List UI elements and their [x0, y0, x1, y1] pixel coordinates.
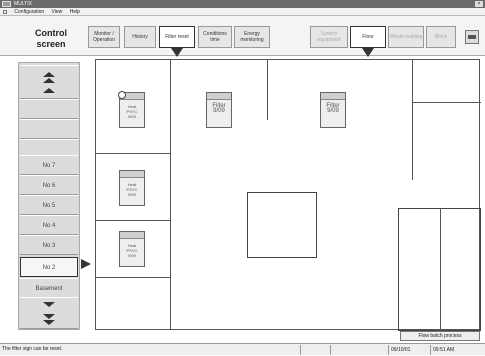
status-cell — [300, 345, 330, 355]
wall — [412, 102, 481, 103]
status-cell — [330, 345, 388, 355]
status-date: 09/10/01 — [388, 345, 430, 355]
printer-icon[interactable] — [465, 30, 479, 44]
tab-history[interactable]: History — [124, 26, 156, 48]
ac-unit-3[interactable]: Filter 9/09 — [320, 92, 346, 128]
batch-process-button[interactable]: Flow batch process — [400, 331, 480, 341]
close-icon[interactable]: × — [475, 1, 483, 7]
wall — [96, 220, 170, 221]
tab-floor[interactable]: Floor — [350, 26, 386, 48]
floor-sidebar: No 7 No 6 No 5 No 4 No 3 No 2 Basement — [18, 62, 80, 330]
tab-pointer-icon — [171, 48, 183, 57]
wall — [440, 208, 441, 331]
unit-label: Filter 9/09 — [326, 103, 340, 114]
unit-label: Heat PSYC 9/09 — [126, 104, 138, 119]
status-time: 09:51 AM — [430, 345, 485, 355]
system-menu-icon[interactable] — [3, 9, 7, 14]
clock-icon — [118, 91, 126, 99]
status-bar: The filter sign can be reset. 09/10/01 0… — [0, 343, 485, 355]
floor-plan: Heat PSYC 9/09 Filter 9/09 Filter 9/09 H… — [95, 59, 481, 331]
unit-indicator — [120, 171, 144, 178]
tab-filter-reset[interactable]: Filter reset — [159, 26, 195, 48]
view-pointer-icon — [362, 48, 374, 57]
room-box — [247, 192, 317, 258]
window-titlebar: MULTIX × — [0, 0, 485, 8]
tab-energy-monitoring[interactable]: Energy monitoring — [234, 26, 270, 48]
tab-monitor-operation[interactable]: Monitor / Operation — [88, 26, 120, 48]
double-up-arrow-icon — [43, 72, 55, 77]
down-arrow-icon — [43, 302, 55, 307]
unit-indicator — [120, 232, 144, 239]
wall — [412, 60, 413, 180]
scroll-top-button[interactable] — [20, 65, 78, 99]
status-message: The filter sign can be reset. — [2, 346, 63, 352]
menu-view[interactable]: View — [52, 9, 63, 15]
ac-unit-2[interactable]: Filter 9/09 — [206, 92, 232, 128]
page-title: Control screen — [35, 28, 67, 49]
window-title: MULTIX — [14, 1, 32, 7]
sidebar-empty-slot — [20, 119, 78, 139]
menu-help[interactable]: Help — [70, 9, 80, 15]
up-arrow-icon — [43, 88, 55, 93]
double-down-arrow-icon-part — [43, 320, 55, 325]
unit-label: Heat PSYC 9/09 — [126, 243, 138, 258]
wall — [96, 153, 170, 154]
menu-bar: Configuration View Help — [0, 8, 485, 16]
tab-system-equipment[interactable]: System equipment — [310, 26, 348, 48]
app-icon — [2, 1, 11, 7]
sidebar-item-no4[interactable]: No 4 — [20, 215, 78, 235]
ac-unit-4[interactable]: Heat PSYC 9/09 — [119, 170, 145, 206]
unit-indicator — [207, 93, 231, 100]
tab-block[interactable]: Block — [426, 26, 456, 48]
selected-floor-marker-icon — [81, 259, 91, 269]
menu-configuration[interactable]: Configuration — [14, 9, 44, 15]
sidebar-item-no2[interactable]: No 2 — [20, 257, 78, 277]
sidebar-item-no3[interactable]: No 3 — [20, 235, 78, 255]
unit-indicator — [321, 93, 345, 100]
sidebar-empty-slot — [20, 99, 78, 119]
header-bar: Control screen Monitor / Operation Histo… — [0, 16, 485, 57]
tab-whole-building[interactable]: Whole building — [388, 26, 424, 48]
ac-unit-5[interactable]: Heat PSYC 9/09 — [119, 231, 145, 267]
double-up-arrow-icon-part — [43, 78, 55, 83]
sidebar-item-basement[interactable]: Basement — [20, 278, 78, 298]
unit-label: Heat PSYC 9/09 — [126, 182, 138, 197]
wall — [96, 277, 170, 278]
sidebar-item-no5[interactable]: No 5 — [20, 195, 78, 215]
tab-conditions-time[interactable]: Conditions time — [198, 26, 232, 48]
ac-unit-1[interactable]: Heat PSYC 9/09 — [118, 91, 145, 128]
unit-label: Filter 9/09 — [212, 103, 226, 114]
double-down-arrow-icon — [43, 314, 55, 319]
sidebar-item-no6[interactable]: No 6 — [20, 175, 78, 195]
wall — [267, 60, 268, 120]
scroll-bottom-button[interactable] — [20, 297, 78, 329]
sidebar-item-no7[interactable]: No 7 — [20, 155, 78, 175]
wall — [170, 60, 171, 330]
